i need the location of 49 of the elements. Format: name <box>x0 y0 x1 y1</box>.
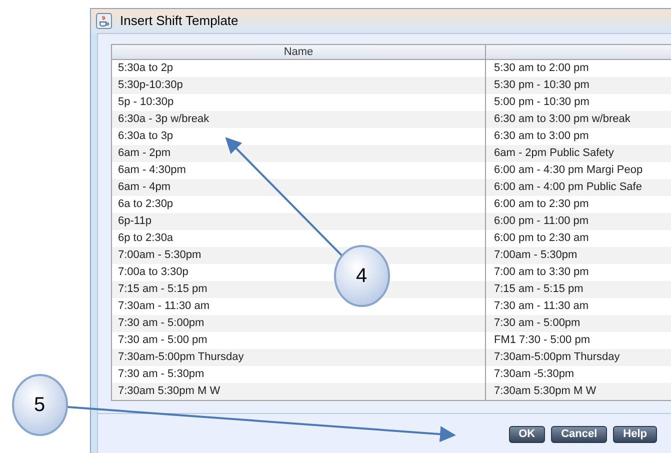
table-cell-text: 7:00a to 3:30p <box>118 265 188 280</box>
table-cell-text: 7:00am - 5:30pm <box>118 248 202 264</box>
table-cell-text: 6p to 2:30a <box>118 231 174 246</box>
table-cell-text: 7:00am - 5:30pm <box>494 248 578 264</box>
table-cell-text: 6p-11p <box>118 214 152 230</box>
table-cell-text: 6am - 2pm <box>118 146 171 162</box>
table-cell-text: 5:30p-10:30p <box>118 78 183 94</box>
table-cell-text: 5:30a to 2p <box>118 61 174 76</box>
table-cell-text: 6:30 am to 3:00 pm <box>494 129 589 144</box>
callout-number: 5 <box>34 395 46 415</box>
table-cell-text: 6:30a to 3p <box>118 129 174 144</box>
table-cell-text: 5p - 10:30p <box>118 95 174 110</box>
table-cell-text: 7:30am-5:00pm Thursday <box>118 350 244 366</box>
dialog-button[interactable]: OK <box>508 426 546 443</box>
table-cell-text: 6:00 pm to 2:30 am <box>494 231 589 246</box>
table-cell-text: 6:00 am - 4:30 pm Margi Peop <box>494 163 643 178</box>
table-cell-text: 5:30 am to 2:00 pm <box>494 61 589 76</box>
table-cell-text: 7:15 am - 5:15 pm <box>118 282 208 298</box>
table-cell-text: 6:30 am to 3:00 pm w/break <box>494 112 630 128</box>
dialog-button[interactable]: Help <box>613 426 657 443</box>
callout-bubble <box>334 245 390 307</box>
table-cell-text: 5:00 pm - 10:30 pm <box>494 95 590 110</box>
table-cell-text: 7:30am 5:30pm M W <box>494 384 596 400</box>
table-cell-text: 6am - 2pm Public Safety <box>494 146 614 162</box>
table-cell-text: 7:30 am - 5:00pm <box>118 316 204 332</box>
table-cell-text: 7:00 am to 3:30 pm <box>494 265 589 280</box>
table-cell-text: 7:30 am - 5:30pm <box>118 367 204 382</box>
table-cell-text: 7:30am - 11:30 am <box>118 299 210 314</box>
cup-icon <box>96 13 112 29</box>
table-cell-text: 7:30am-5:00pm Thursday <box>494 350 620 366</box>
table-cell-text: 6:00 pm - 11:00 pm <box>494 214 589 230</box>
table-cell-text: 7:30 am - 5:00pm <box>494 316 580 332</box>
table-cell-text: 7:30am 5:30pm M W <box>118 384 220 400</box>
table-cell-text: 6am - 4:30pm <box>118 163 186 178</box>
table-cell-text: 6a to 2:30p <box>118 197 174 212</box>
table-cell-text: 7:30am -5:30pm <box>494 367 574 382</box>
table-cell-text: 7:30 am - 5:00 pm <box>118 333 208 348</box>
callout-number: 4 <box>356 266 368 286</box>
table-cell-text: 6:30a - 3p w/break <box>118 112 210 128</box>
table-cell-text: 6am - 4pm <box>118 180 171 196</box>
table-cell-text: 6:00 am to 2:30 pm <box>494 197 589 212</box>
table-cell-text: 5:30 pm - 10:30 pm <box>494 78 590 94</box>
table-cell-text: 6:00 am - 4:00 pm Public Safe <box>494 180 642 196</box>
table-cell-text: FM1 7:30 - 5:00 pm <box>494 333 590 348</box>
dialog-button[interactable]: Cancel <box>551 426 608 443</box>
window-title: Insert Shift Template <box>120 12 238 30</box>
callout-bubble <box>12 374 68 436</box>
table-cell-text: 7:30 am - 11:30 am <box>494 299 589 314</box>
table-cell-text: 7:15 am - 5:15 pm <box>494 282 584 298</box>
